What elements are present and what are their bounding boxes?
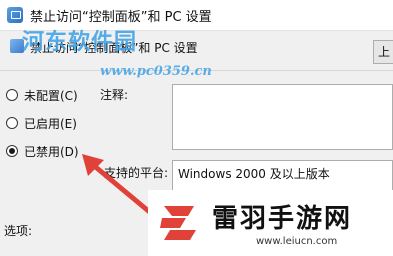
watermark-text: 河东软件园 bbox=[22, 30, 138, 55]
radio-not-configured[interactable]: 未配置(C) bbox=[6, 86, 78, 104]
options-label: 选项: bbox=[4, 224, 33, 238]
radio-button[interactable] bbox=[6, 89, 18, 101]
comment-textarea[interactable] bbox=[172, 84, 393, 150]
comment-label: 注释: bbox=[100, 88, 129, 102]
radio-label: 已禁用(D) bbox=[24, 144, 79, 159]
watermark-url: www.pc0359.cn bbox=[100, 64, 212, 79]
control-panel-icon bbox=[7, 7, 23, 23]
radio-label: 未配置(C) bbox=[24, 88, 78, 103]
brand-url: www.leiucn.com bbox=[256, 236, 338, 247]
window-title: 禁止访问“控制面板”和 PC 设置 bbox=[30, 10, 212, 25]
brand-logo-icon bbox=[160, 206, 196, 240]
radio-disabled[interactable]: 已禁用(D) bbox=[6, 142, 79, 160]
radio-enabled[interactable]: 已启用(E) bbox=[6, 114, 77, 132]
supported-platform-value: Windows 2000 及以上版本 bbox=[178, 167, 330, 181]
red-arrow-icon bbox=[82, 154, 155, 217]
brand-watermark: 雷羽手游网 www.leiucn.com bbox=[148, 190, 393, 256]
radio-button-checked[interactable] bbox=[6, 145, 18, 157]
radio-label: 已启用(E) bbox=[24, 116, 77, 131]
previous-setting-button[interactable]: 上 bbox=[373, 40, 393, 64]
brand-name: 雷羽手游网 bbox=[212, 204, 353, 234]
radio-button[interactable] bbox=[6, 117, 18, 129]
